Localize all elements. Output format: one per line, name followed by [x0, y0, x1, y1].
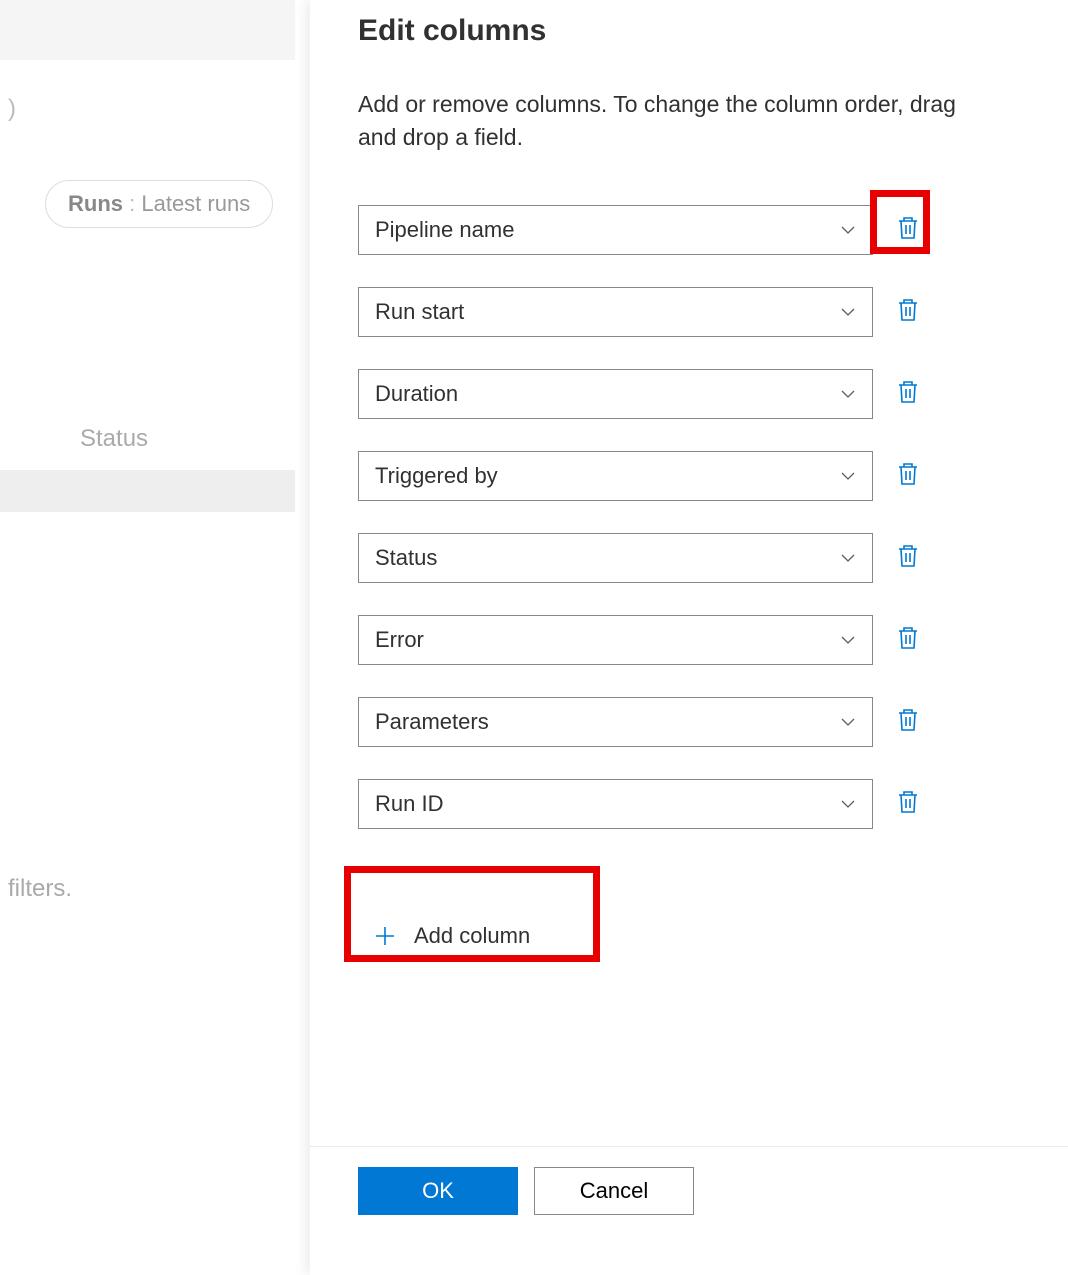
- trash-icon: [896, 379, 920, 408]
- panel-footer: OK Cancel: [310, 1146, 1068, 1215]
- trash-icon: [896, 707, 920, 736]
- background-top-strip: [0, 0, 295, 60]
- background-paren: ): [8, 95, 16, 123]
- trash-icon: [896, 543, 920, 572]
- column-select-label: Error: [375, 627, 424, 653]
- runs-filter-pill: Runs : Latest runs: [45, 180, 273, 228]
- plus-icon: [374, 925, 396, 947]
- trash-icon: [896, 461, 920, 490]
- column-select-error[interactable]: Error: [358, 615, 873, 665]
- edit-columns-panel: Edit columns Add or remove columns. To c…: [310, 0, 1068, 1275]
- column-select-label: Pipeline name: [375, 217, 514, 243]
- status-column-header: Status: [80, 425, 148, 453]
- delete-column-button[interactable]: [893, 707, 923, 737]
- chevron-down-icon: [840, 632, 856, 648]
- column-select-run-start[interactable]: Run start: [358, 287, 873, 337]
- filters-text-fragment: filters.: [8, 875, 72, 903]
- column-row: Run ID: [358, 779, 1028, 829]
- background-row-highlight: [0, 470, 295, 512]
- column-row: Error: [358, 615, 1028, 665]
- column-select-label: Run start: [375, 299, 464, 325]
- column-row: Status: [358, 533, 1028, 583]
- column-select-label: Run ID: [375, 791, 443, 817]
- panel-title: Edit columns: [358, 14, 1028, 48]
- delete-column-button[interactable]: [893, 543, 923, 573]
- delete-column-button[interactable]: [893, 461, 923, 491]
- column-row: Parameters: [358, 697, 1028, 747]
- chevron-down-icon: [840, 550, 856, 566]
- column-row: Run start: [358, 287, 1028, 337]
- delete-column-button[interactable]: [893, 379, 923, 409]
- column-select-label: Triggered by: [375, 463, 498, 489]
- column-select-label: Duration: [375, 381, 458, 407]
- ok-button[interactable]: OK: [358, 1167, 518, 1215]
- chevron-down-icon: [840, 304, 856, 320]
- trash-icon: [896, 297, 920, 326]
- column-select-parameters[interactable]: Parameters: [358, 697, 873, 747]
- runs-filter-value: Latest runs: [141, 191, 250, 216]
- column-select-duration[interactable]: Duration: [358, 369, 873, 419]
- chevron-down-icon: [840, 386, 856, 402]
- chevron-down-icon: [840, 222, 856, 238]
- cancel-button[interactable]: Cancel: [534, 1167, 694, 1215]
- trash-icon: [896, 789, 920, 818]
- column-select-pipeline-name[interactable]: Pipeline name: [358, 205, 873, 255]
- trash-icon: [896, 215, 920, 244]
- delete-column-button[interactable]: [893, 625, 923, 655]
- column-select-run-id[interactable]: Run ID: [358, 779, 873, 829]
- chevron-down-icon: [840, 796, 856, 812]
- trash-icon: [896, 625, 920, 654]
- chevron-down-icon: [840, 468, 856, 484]
- column-row: Triggered by: [358, 451, 1028, 501]
- delete-column-button[interactable]: [893, 789, 923, 819]
- add-column-label: Add column: [414, 923, 530, 949]
- delete-column-button[interactable]: [893, 215, 923, 245]
- column-select-label: Status: [375, 545, 437, 571]
- delete-column-button[interactable]: [893, 297, 923, 327]
- panel-description: Add or remove columns. To change the col…: [358, 88, 1028, 155]
- runs-filter-label: Runs: [68, 191, 123, 216]
- column-select-triggered-by[interactable]: Triggered by: [358, 451, 873, 501]
- column-select-label: Parameters: [375, 709, 489, 735]
- add-column-button[interactable]: Add column: [358, 911, 546, 961]
- column-row: Pipeline name: [358, 205, 1028, 255]
- chevron-down-icon: [840, 714, 856, 730]
- column-select-status[interactable]: Status: [358, 533, 873, 583]
- background-dimmed-area: ) Runs : Latest runs Status filters.: [0, 0, 310, 1275]
- column-row: Duration: [358, 369, 1028, 419]
